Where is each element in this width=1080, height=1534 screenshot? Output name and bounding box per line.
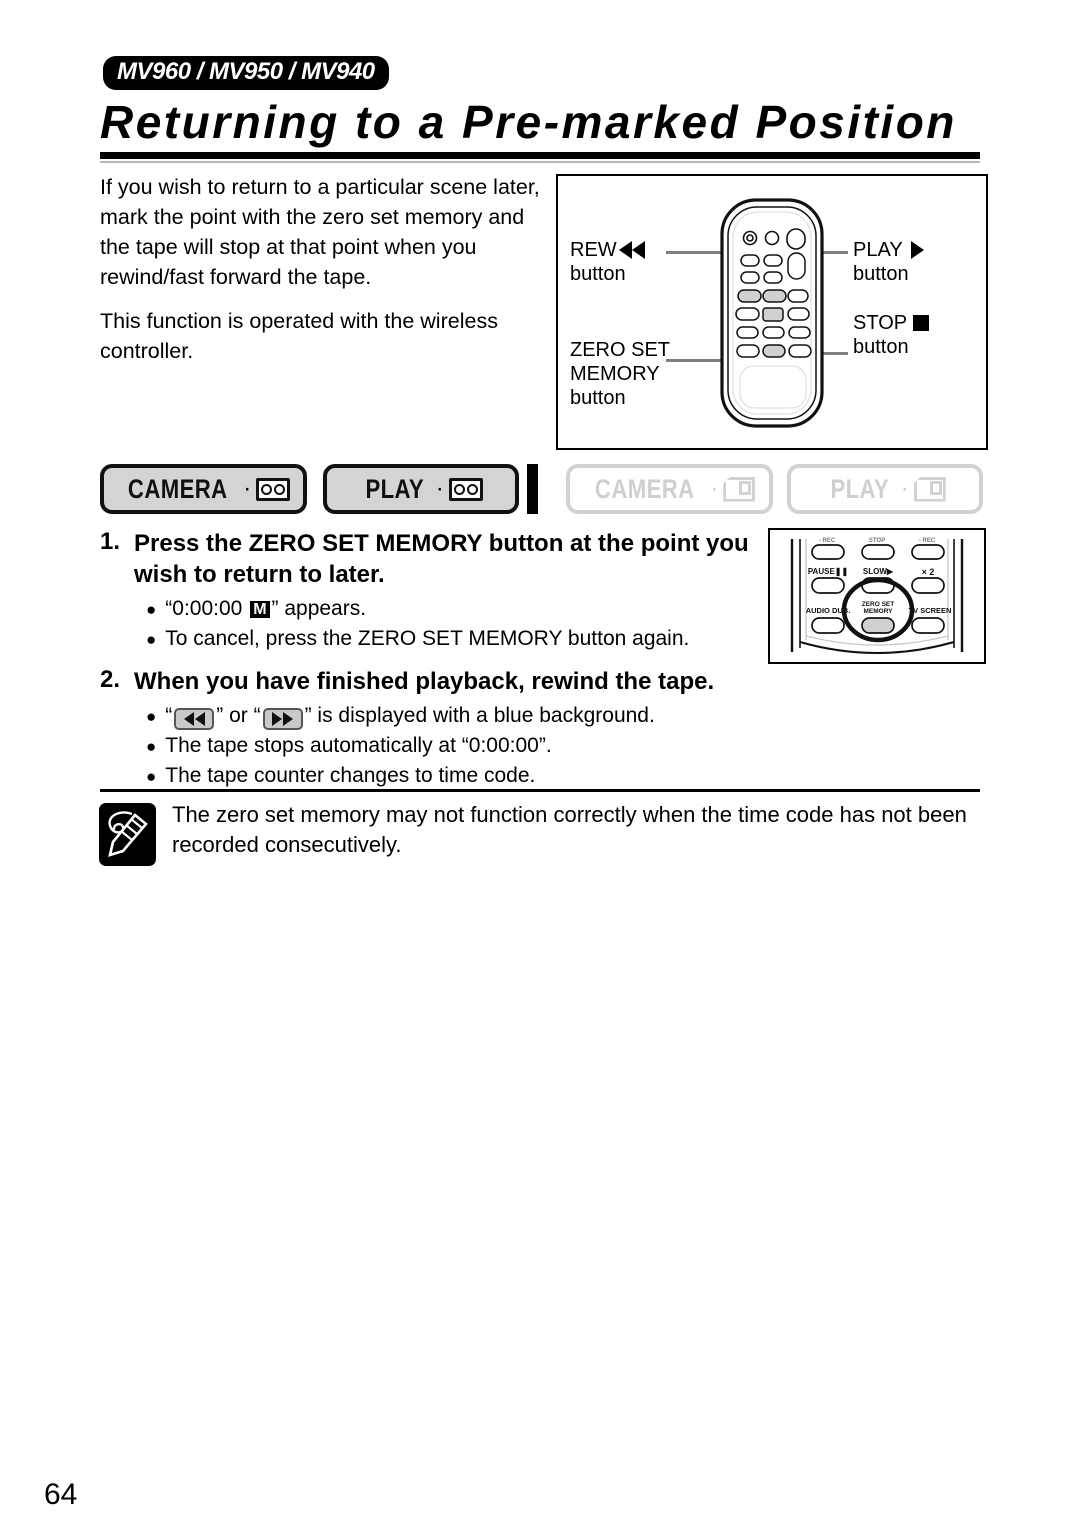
mode-badge-play-card[interactable]: PLAY · [787, 464, 983, 514]
intro-paragraph-2: This function is operated with the wirel… [100, 309, 498, 363]
label-zero-set-memory-button: ZERO SET MEMORY button [570, 338, 670, 410]
label-stop-text: STOP [853, 312, 908, 334]
rewind-triangle-icon-2 [631, 241, 645, 259]
step-2-bullet-1: ● “” or “” is displayed with a blue back… [146, 701, 780, 731]
step-1: 1. Press the ZERO SET MEMORY button at t… [100, 528, 780, 590]
bullet-dot-2: ● [146, 630, 157, 649]
label-zsm-line2: MEMORY [570, 363, 660, 385]
label-rew-button: REW button [570, 238, 645, 286]
step-2-bullet-3: ● The tape counter changes to time code. [146, 761, 780, 791]
page-number: 64 [44, 1478, 78, 1511]
step-1-number: 1. [100, 528, 121, 555]
memory-card-icon-2 [913, 476, 946, 502]
svg-text:MEMORY: MEMORY [863, 608, 893, 615]
step-2: 2. When you have finished playback, rewi… [100, 666, 780, 697]
step-1-text: Press the ZERO SET MEMORY button at the … [134, 530, 749, 588]
mode-badge-camera-tape[interactable]: CAMERA · [100, 464, 307, 514]
bullet-dot: ● [146, 600, 157, 619]
bullet-dot-4: ● [146, 737, 157, 756]
zero-set-memory-closeup-figure: - REC STOP - REC PAUSE❚❚ SLOW▶ × 2 AUDIO… [768, 528, 986, 664]
rewind-display-icon [174, 708, 215, 730]
intro-text: If you wish to return to a particular sc… [100, 172, 555, 380]
step-2-bullet-2-text: The tape stops automatically at “0:00:00… [165, 734, 552, 757]
label-zsm-line1: ZERO SET [570, 339, 671, 361]
step-2-bullet-1-text: “” or “” is displayed with a blue backgr… [165, 701, 655, 730]
label-stop-sub: button [853, 336, 909, 358]
svg-text:AUDIO DUB.: AUDIO DUB. [806, 606, 851, 615]
memory-card-icon [723, 476, 756, 502]
mode-badge-separator: · [243, 475, 252, 502]
model-badge: MV960 / MV950 / MV940 [103, 56, 389, 90]
memory-indicator-badge: M [250, 601, 270, 618]
remote-closeup-illustration: - REC STOP - REC PAUSE❚❚ SLOW▶ × 2 AUDIO… [770, 530, 984, 654]
step-2-bullets: ● “” or “” is displayed with a blue back… [146, 701, 780, 791]
step-1-bullet-2-text: To cancel, press the ZERO SET MEMORY but… [165, 627, 690, 650]
label-rew-sub: button [570, 263, 626, 285]
step-1-bullet-2: ● To cancel, press the ZERO SET MEMORY b… [146, 624, 780, 654]
mode-badge-divider [527, 464, 538, 514]
svg-text:× 2: × 2 [922, 567, 935, 577]
svg-text:SLOW▶: SLOW▶ [863, 567, 894, 576]
note-pencil-glyph [108, 811, 148, 857]
stop-square-icon [913, 315, 930, 331]
mode-badge-camera-tape-label: CAMERA [127, 473, 228, 504]
svg-text:ZERO SET: ZERO SET [862, 601, 895, 608]
page-title: Returning to a Pre-marked Position [100, 96, 957, 148]
note-pencil-icon [99, 803, 156, 866]
mode-badge-play-tape-label: PLAY [365, 473, 425, 504]
play-triangle-icon [910, 241, 924, 259]
mode-badge-play-card-label: PLAY [830, 473, 890, 504]
mode-badge-camera-card[interactable]: CAMERA · [566, 464, 773, 514]
step-2-bullet-3-text: The tape counter changes to time code. [165, 764, 536, 787]
svg-text:TV SCREEN: TV SCREEN [909, 606, 952, 615]
label-play-text: PLAY [853, 239, 903, 261]
intro-paragraph-1: If you wish to return to a particular sc… [100, 175, 540, 289]
mode-badge-separator-2: · [435, 475, 444, 502]
bullet-dot-3: ● [146, 707, 157, 726]
label-play-button: PLAY button [853, 238, 924, 286]
label-zsm-sub: button [570, 387, 626, 409]
tape-icon-2 [448, 477, 483, 501]
fast-forward-display-icon [262, 708, 303, 730]
step-1-bullets: ● “0:00:00 M” appears. ● To cancel, pres… [146, 594, 780, 654]
bullet-dot-5: ● [146, 767, 157, 786]
step-2-bullet-2: ● The tape stops automatically at “0:00:… [146, 731, 780, 761]
label-stop-button: STOP button [853, 311, 930, 359]
rewind-triangle-icon [618, 241, 632, 259]
note-divider-rule [100, 789, 980, 792]
svg-text:PAUSE❚❚: PAUSE❚❚ [808, 567, 848, 577]
title-rule [100, 152, 980, 159]
step-1-bullet-1-text: “0:00:00 M” appears. [165, 597, 367, 620]
svg-text:STOP: STOP [869, 538, 885, 544]
instruction-steps: 1. Press the ZERO SET MEMORY button at t… [100, 528, 780, 803]
mode-badge-separator-4: · [900, 475, 909, 502]
tape-icon [256, 477, 291, 501]
label-play-sub: button [853, 263, 909, 285]
manual-page: MV960 / MV950 / MV940 Returning to a Pre… [0, 0, 1080, 1534]
label-rew-text: REW [570, 239, 617, 261]
step-2-number: 2. [100, 666, 121, 693]
remote-control-illustration [720, 198, 824, 428]
title-rule-secondary [100, 161, 980, 163]
remote-control-figure: REW button ZERO SET MEMORY button PLAY b… [556, 174, 988, 450]
mode-badge-separator-3: · [710, 475, 719, 502]
svg-text:- REC: - REC [819, 538, 836, 544]
note-text: The zero set memory may not function cor… [172, 802, 967, 857]
svg-text:- REC: - REC [919, 538, 936, 544]
mode-badge-play-tape[interactable]: PLAY · [323, 464, 519, 514]
step-2-text: When you have finished playback, rewind … [134, 668, 715, 695]
mode-badge-camera-card-label: CAMERA [594, 473, 695, 504]
step-1-bullet-1: ● “0:00:00 M” appears. [146, 594, 780, 624]
